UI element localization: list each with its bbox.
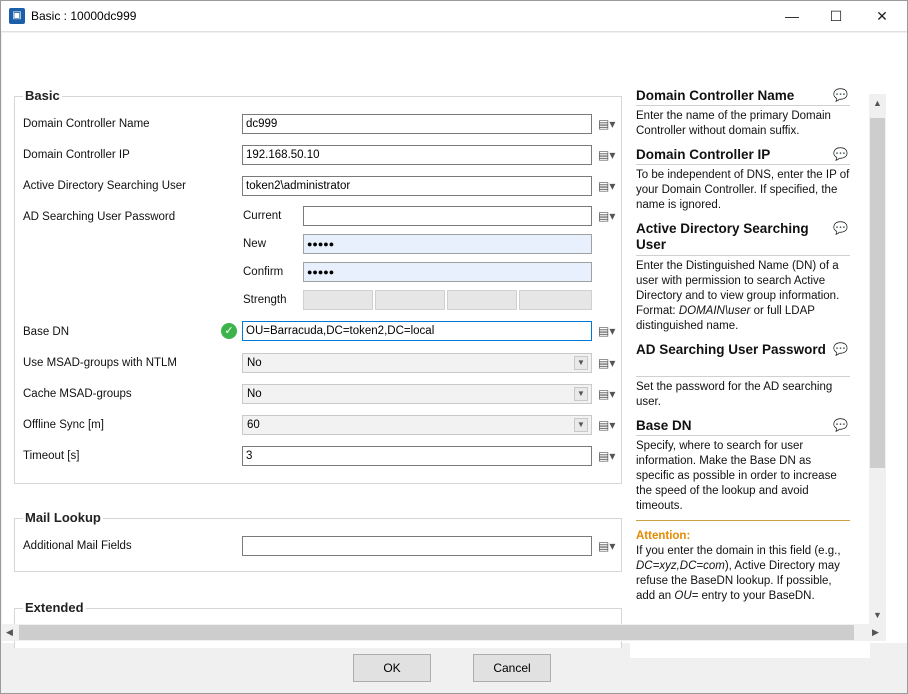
extended-group-title: Extended [23,600,86,615]
attention-text: If you enter the domain in this field (e… [636,545,841,602]
comment-add-icon[interactable]: 💬 [833,221,849,235]
ad-user-label: Active Directory Searching User [23,180,186,192]
mail-lookup-group-title: Mail Lookup [23,510,103,525]
maximize-button[interactable]: ☐ [813,1,859,32]
help-ad-pass-text: Set the password for the AD searching us… [636,381,833,408]
minimize-button[interactable]: — [769,1,815,32]
base-dn-input[interactable]: OU=Barracuda,DC=token2,DC=local [242,321,592,341]
offline-sync-select[interactable]: 60 ▼ [242,415,592,435]
confirm-password-input[interactable]: ●●●●● [303,262,592,282]
help-ad-user-text: Enter the Distinguished Name (DN) of a u… [636,260,840,332]
help-base-dn-title: Base DN [636,418,692,433]
divider [636,435,850,436]
horizontal-scroll-thumb[interactable] [19,625,854,640]
msad-ntlm-value: No [247,357,262,369]
title-bar: ▣ Basic : 10000dc999 — ☐ ✕ [1,1,907,32]
close-button[interactable]: ✕ [859,1,905,32]
timeout-label: Timeout [s] [23,450,80,462]
help-vertical-scrollbar[interactable]: ▲ ▼ [869,94,886,624]
clipboard-menu-icon[interactable]: ▤▾ [598,178,616,194]
msad-ntlm-select[interactable]: No ▼ [242,353,592,373]
new-password-label: New [243,238,267,250]
timeout-input[interactable]: 3 [242,446,592,466]
help-ad-pass-title: AD Searching User Password [636,342,826,357]
clipboard-menu-icon[interactable]: ▤▾ [598,323,616,339]
divider [636,164,850,165]
msad-ntlm-label: Use MSAD-groups with NTLM [23,357,178,369]
scroll-up-icon[interactable]: ▲ [873,98,882,108]
ok-button[interactable]: OK [353,654,431,682]
scroll-left-icon[interactable]: ◀ [6,627,13,638]
new-password-input[interactable]: ●●●●● [303,234,592,254]
clipboard-menu-icon[interactable]: ▤▾ [598,355,616,371]
offline-sync-value: 60 [247,419,260,431]
help-dc-ip-title: Domain Controller IP [636,147,771,162]
chevron-down-icon[interactable]: ▼ [574,418,588,432]
chevron-down-icon[interactable]: ▼ [574,387,588,401]
clipboard-menu-icon[interactable]: ▤▾ [598,147,616,163]
divider [636,376,850,377]
chevron-down-icon[interactable]: ▼ [574,356,588,370]
dc-name-input[interactable]: dc999 [242,114,592,134]
ad-user-input[interactable]: token2\administrator [242,176,592,196]
dc-ip-label: Domain Controller IP [23,149,130,161]
clipboard-menu-icon[interactable]: ▤▾ [598,417,616,433]
help-dc-ip-text: To be independent of DNS, enter the IP o… [636,169,850,211]
attention-label: Attention: [636,530,691,542]
strength-segment [447,290,517,310]
help-dc-name-title: Domain Controller Name [636,88,795,103]
comment-add-icon[interactable]: 💬 [833,147,849,161]
offline-sync-label: Offline Sync [m] [23,419,104,431]
valid-check-icon: ✓ [221,323,237,339]
window-title: Basic : 10000dc999 [31,9,137,23]
ad-password-label: AD Searching User Password [23,211,176,223]
comment-add-icon[interactable]: 💬 [833,88,849,102]
strength-segment [303,290,373,310]
clipboard-menu-icon[interactable]: ▤▾ [598,208,616,224]
cache-msad-select[interactable]: No ▼ [242,384,592,404]
strength-segment [375,290,445,310]
content-area: Basic Domain Controller Name dc999 ▤▾ Do… [2,33,907,658]
current-password-label: Current [243,210,282,222]
dc-ip-input[interactable]: 192.168.50.10 [242,145,592,165]
help-dc-name-text: Enter the name of the primary Domain Con… [636,110,831,137]
horizontal-scrollbar[interactable]: ◀ ▶ [2,624,886,641]
clipboard-menu-icon[interactable]: ▤▾ [598,386,616,402]
cache-msad-label: Cache MSAD-groups [23,388,132,400]
vertical-scroll-thumb[interactable] [870,118,885,468]
dialog-window: ▣ Basic : 10000dc999 — ☐ ✕ Basic Domain … [0,0,908,694]
mail-fields-input[interactable] [242,536,592,556]
divider [636,255,850,256]
strength-label: Strength [243,294,287,306]
scroll-right-icon[interactable]: ▶ [872,627,879,638]
comment-add-icon[interactable]: 💬 [833,418,849,432]
base-dn-label: Base DN [23,326,70,338]
clipboard-menu-icon[interactable]: ▤▾ [598,538,616,554]
clipboard-menu-icon[interactable]: ▤▾ [598,448,616,464]
dc-name-label: Domain Controller Name [23,118,150,130]
help-panel: Domain Controller Name 💬 Enter the name … [630,84,870,658]
clipboard-menu-icon[interactable]: ▤▾ [598,116,616,132]
scroll-down-icon[interactable]: ▼ [873,610,882,620]
basic-group-title: Basic [23,88,62,103]
app-icon: ▣ [9,8,25,24]
confirm-password-label: Confirm [243,266,284,278]
help-ad-user-title: Active Directory Searching User [636,221,809,252]
strength-segment [519,290,592,310]
help-base-dn-text: Specify, where to search for user inform… [636,440,837,512]
password-strength-meter [303,290,592,310]
attention-divider [636,520,850,521]
comment-add-icon[interactable]: 💬 [833,342,849,356]
current-password-input[interactable] [303,206,592,226]
cache-msad-value: No [247,388,262,400]
cancel-button[interactable]: Cancel [473,654,551,682]
divider [636,105,850,106]
mail-fields-label: Additional Mail Fields [23,540,132,552]
